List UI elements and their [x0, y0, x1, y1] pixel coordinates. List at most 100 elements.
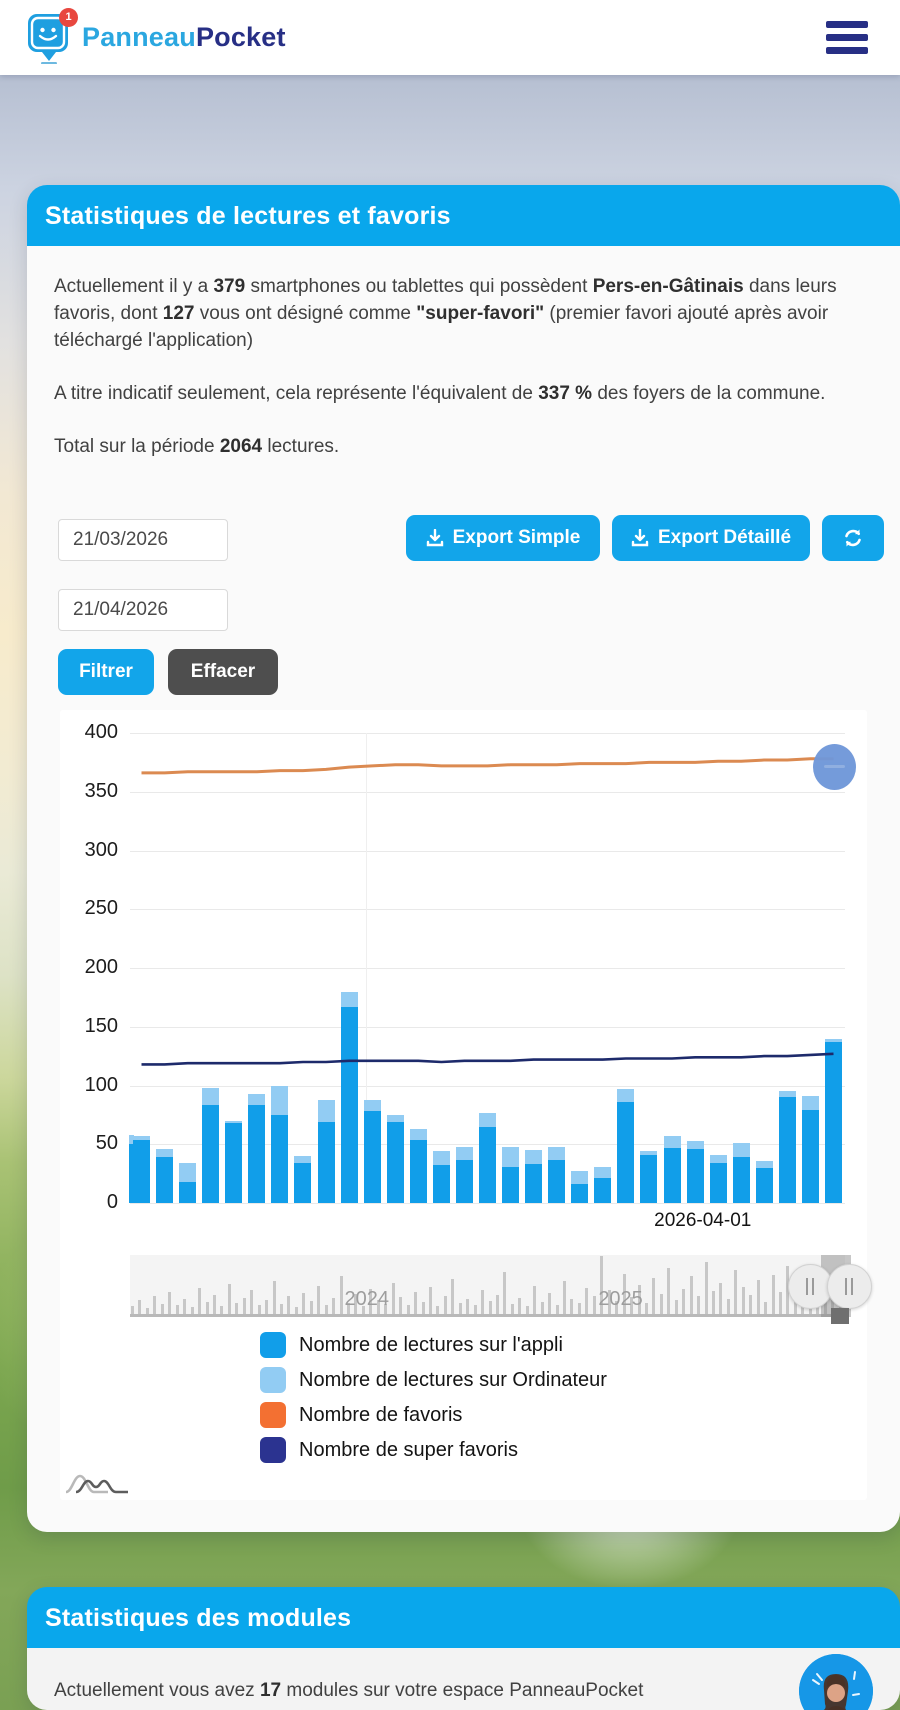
- scrollbar-preview-bar: [302, 1293, 305, 1314]
- scrollbar-preview-bar: [265, 1300, 268, 1314]
- y-axis-tick-label: 250: [60, 897, 118, 920]
- scrollbar-preview-bar: [645, 1303, 648, 1314]
- scrollbar-grip-end[interactable]: [827, 1264, 872, 1309]
- lectures-chart-panel: 050100150200250300350400 2026-04-01 2024…: [60, 710, 867, 1500]
- scrollbar-preview-bar: [719, 1283, 722, 1314]
- scrollbar-preview-bar: [168, 1292, 171, 1314]
- date-from-input[interactable]: [58, 519, 228, 561]
- scrollbar-preview-bar: [280, 1304, 283, 1314]
- app-logo[interactable]: 1 PanneauPocket: [26, 12, 286, 64]
- brand-name: PanneauPocket: [82, 22, 286, 53]
- scrollbar-preview-bar: [392, 1283, 395, 1314]
- smiley-pin-icon: 1: [26, 12, 72, 64]
- legend-label: Nombre de super favoris: [299, 1439, 518, 1462]
- scrollbar-baseline: [130, 1314, 845, 1317]
- hamburger-icon[interactable]: [820, 15, 874, 60]
- scrollbar-preview-bar: [682, 1289, 685, 1314]
- notification-badge: 1: [59, 8, 78, 27]
- scrollbar-preview-bar: [533, 1286, 536, 1314]
- scrollbar-preview-bar: [459, 1303, 462, 1314]
- legend-item[interactable]: Nombre de lectures sur Ordinateur: [260, 1367, 607, 1393]
- scrollbar-preview-bar: [191, 1307, 194, 1314]
- download-icon: [426, 529, 444, 547]
- scrollbar-preview-bar: [243, 1298, 246, 1314]
- y-axis-tick-label: 150: [60, 1015, 118, 1038]
- scrollbar-preview-bar: [466, 1299, 469, 1314]
- scrollbar-preview-bar: [340, 1276, 343, 1314]
- legend-swatch: [260, 1332, 286, 1358]
- scrollbar-preview-bar: [474, 1305, 477, 1314]
- scrollbar-preview-bar: [556, 1305, 559, 1314]
- scrollbar-corner-handle[interactable]: [831, 1308, 849, 1324]
- legend-item[interactable]: Nombre de super favoris: [260, 1437, 607, 1463]
- export-simple-button[interactable]: Export Simple: [406, 515, 600, 561]
- scrollbar-preview-bar: [325, 1305, 328, 1314]
- scrollbar-preview-bar: [757, 1280, 760, 1314]
- chart-legend: Nombre de lectures sur l'appli Nombre de …: [260, 1332, 607, 1472]
- y-axis-tick-label: 50: [60, 1132, 118, 1155]
- legend-swatch: [260, 1367, 286, 1393]
- scrollbar-preview-bar: [697, 1296, 700, 1314]
- chart-lines: [130, 710, 845, 1230]
- scrollbar-preview-bar: [652, 1278, 655, 1314]
- scrollbar-preview-bar: [161, 1304, 164, 1314]
- stats-lectures-card: Statistiques de lectures et favoris Actu…: [27, 185, 900, 1532]
- scrollbar-preview-bar: [749, 1295, 752, 1314]
- scrollbar-preview-bar: [727, 1299, 730, 1314]
- scrollbar-preview-bar: [228, 1284, 231, 1314]
- stats-modules-body: Actuellement vous avez 17 modules sur vo…: [27, 1648, 900, 1710]
- scrollbar-preview-bar: [578, 1303, 581, 1314]
- households-equivalent-text: A titre indicatif seulement, cela représ…: [54, 381, 874, 408]
- page: 1 PanneauPocket Statistiques de lectures…: [0, 0, 900, 1710]
- scrollbar-preview-bar: [206, 1302, 209, 1314]
- chart-scrollbar[interactable]: 20242025: [130, 1255, 845, 1317]
- legend-item[interactable]: Nombre de lectures sur l'appli: [260, 1332, 607, 1358]
- scrollbar-preview-bar: [712, 1291, 715, 1314]
- legend-label: Nombre de lectures sur l'appli: [299, 1334, 563, 1357]
- legend-label: Nombre de lectures sur Ordinateur: [299, 1369, 607, 1392]
- stats-modules-header: Statistiques des modules: [27, 1587, 900, 1648]
- y-axis-tick-label: 400: [60, 721, 118, 744]
- x-axis-tick-label: 2026-04-01: [654, 1210, 751, 1232]
- scrollbar-preview-bar: [220, 1306, 223, 1314]
- export-detail-label: Export Détaillé: [658, 527, 791, 549]
- scrollbar-preview-bar: [317, 1286, 320, 1314]
- scrollbar-preview-bar: [235, 1303, 238, 1314]
- scrollbar-preview-bar: [258, 1305, 261, 1314]
- scrollbar-preview-bar: [593, 1296, 596, 1314]
- chart-cursor-handle[interactable]: [813, 744, 856, 790]
- export-detail-button[interactable]: Export Détaillé: [612, 515, 810, 561]
- scrollbar-preview-bar: [451, 1279, 454, 1314]
- legend-item[interactable]: Nombre de favoris: [260, 1402, 607, 1428]
- clear-button[interactable]: Effacer: [168, 649, 278, 695]
- favorites-summary-text: Actuellement il y a 379 smartphones ou t…: [54, 274, 874, 355]
- y-axis-tick-label: 300: [60, 839, 118, 862]
- legend-swatch: [260, 1437, 286, 1463]
- scrollbar-year-label: 2025: [598, 1288, 643, 1311]
- amcharts-logo-icon[interactable]: [64, 1468, 130, 1496]
- filter-label: Filtrer: [79, 661, 133, 683]
- y-axis-tick-label: 200: [60, 956, 118, 979]
- chart-plot-area[interactable]: 2026-04-01: [130, 710, 845, 1230]
- export-simple-label: Export Simple: [453, 527, 581, 549]
- scrollbar-preview-bar: [496, 1295, 499, 1314]
- refresh-button[interactable]: [822, 515, 884, 561]
- download-icon: [631, 529, 649, 547]
- scrollbar-preview-bar: [734, 1270, 737, 1314]
- scrollbar-preview-bar: [585, 1288, 588, 1314]
- date-to-input[interactable]: [58, 589, 228, 631]
- y-axis-tick-label: 350: [60, 780, 118, 803]
- legend-label: Nombre de favoris: [299, 1404, 462, 1427]
- scrollbar-preview-bar: [273, 1281, 276, 1314]
- stats-lectures-header: Statistiques de lectures et favoris: [27, 185, 900, 246]
- scrollbar-preview-bar: [667, 1268, 670, 1314]
- filter-controls: Export Simple Export Détaillé Filtrer Ef…: [54, 487, 874, 667]
- scrollbar-preview-bar: [503, 1272, 506, 1314]
- scrollbar-preview-bar: [518, 1298, 521, 1314]
- scrollbar-preview-bar: [444, 1296, 447, 1314]
- y-axis-tick-label: 100: [60, 1074, 118, 1097]
- filter-button[interactable]: Filtrer: [58, 649, 154, 695]
- scrollbar-preview-bar: [511, 1304, 514, 1314]
- modules-title: Statistiques des modules: [45, 1604, 880, 1633]
- scrollbar-preview-bar: [295, 1307, 298, 1314]
